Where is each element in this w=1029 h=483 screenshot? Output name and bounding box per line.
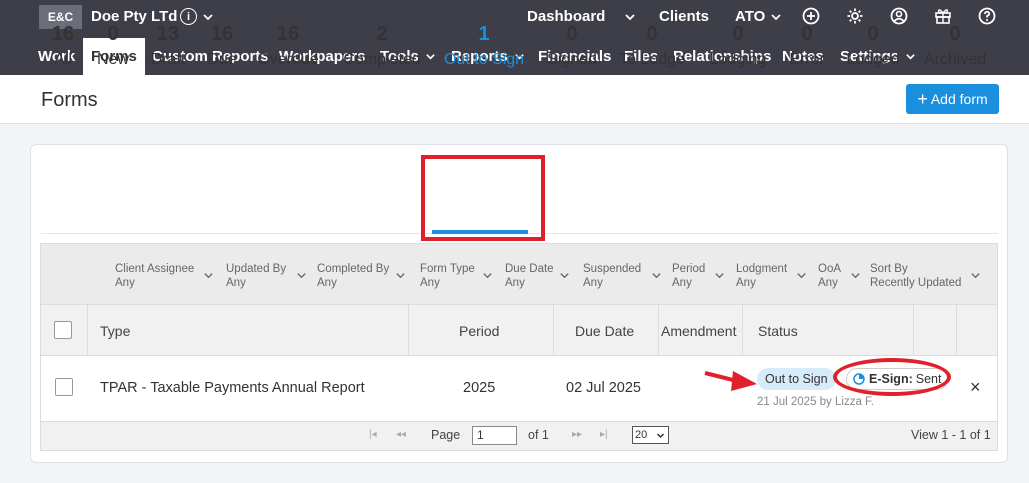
ato-chevron-down-icon[interactable]	[770, 11, 782, 23]
filter-due-date[interactable]: Due Date Any	[505, 262, 571, 290]
col-status[interactable]: Status	[758, 323, 798, 339]
first-page-icon[interactable]: |◂	[369, 429, 377, 440]
page-label: Page	[431, 428, 461, 442]
page-number-input[interactable]: 1	[472, 426, 517, 445]
filter-sort-by[interactable]: Sort By Recently Updated	[870, 262, 982, 290]
filter-client-assignee[interactable]: Client Assignee Any	[115, 262, 215, 290]
page-header: Forms + Add form	[0, 75, 1029, 124]
chevron-down-icon	[483, 273, 492, 279]
status-timestamp: 21 Jul 2025 by Lizza F.	[757, 396, 874, 408]
stat-completed[interactable]: 2 Completed	[340, 20, 424, 72]
chevron-down-icon	[715, 273, 724, 279]
row-checkbox[interactable]	[55, 378, 73, 396]
add-form-button[interactable]: + Add form	[906, 84, 999, 114]
plus-icon: +	[917, 89, 928, 109]
stat-new[interactable]: 0 New	[95, 20, 131, 72]
status-badge[interactable]: Out to Sign	[757, 368, 836, 390]
chevron-down-icon	[851, 273, 860, 279]
filter-form-type[interactable]: Form Type Any	[420, 262, 494, 290]
filter-bar: Client Assignee Any Updated By Any Complet…	[41, 244, 997, 305]
filter-period[interactable]: Period Any	[672, 262, 726, 290]
page-count: of 1	[528, 428, 549, 442]
last-page-icon[interactable]: ▸|	[600, 429, 608, 440]
chevron-down-icon	[297, 273, 306, 279]
filter-lodgment[interactable]: Lodgment Any	[736, 262, 808, 290]
filter-suspended[interactable]: Suspended Any	[583, 262, 663, 290]
stat-archived[interactable]: 0 Archived	[920, 20, 990, 72]
page-size-select[interactable]: 20	[632, 426, 669, 444]
stat-overdue[interactable]: 16 Overdue	[255, 20, 321, 72]
view-range: View 1 - 1 of 1	[911, 428, 991, 442]
stat-lodged[interactable]: 0 Lodged	[843, 20, 903, 72]
prev-page-icon[interactable]: ◂◂	[396, 429, 406, 440]
select-all-checkbox[interactable]	[54, 321, 72, 339]
chevron-down-icon	[656, 433, 665, 439]
row-type[interactable]: TPAR - Taxable Payments Annual Report	[100, 380, 365, 396]
stat-to-lodge[interactable]: 0 To Lodge	[615, 20, 689, 72]
row-due-date: 02 Jul 2025	[566, 380, 641, 396]
annotation-highlight-ellipse	[833, 358, 951, 396]
chevron-down-icon	[204, 273, 213, 279]
chevron-down-icon	[560, 273, 569, 279]
col-period[interactable]: Period	[459, 323, 499, 339]
filter-completed-by[interactable]: Completed By Any	[317, 262, 407, 290]
annotation-arrow-icon	[704, 371, 757, 391]
col-type[interactable]: Type	[100, 323, 130, 339]
stat-lodging[interactable]: 0 Lodging	[705, 20, 771, 72]
stat-all[interactable]: 16 All	[50, 20, 76, 72]
row-period: 2025	[463, 380, 496, 396]
table-header: Type Period Due Date Amendment Status	[41, 305, 997, 356]
annotation-highlight-box	[421, 155, 545, 241]
table-row[interactable]: TPAR - Taxable Payments Annual Report 20…	[41, 356, 997, 422]
next-page-icon[interactable]: ▸▸	[572, 429, 582, 440]
stat-signed[interactable]: 0 Signed	[544, 20, 600, 72]
chevron-down-icon	[396, 273, 405, 279]
chevron-down-icon	[906, 54, 915, 60]
col-amendment[interactable]: Amendment	[661, 323, 736, 339]
stat-draft[interactable]: 13 Draft	[148, 20, 188, 72]
filter-ooa[interactable]: OoA Any	[818, 262, 862, 290]
chevron-down-icon	[971, 273, 980, 279]
filter-updated-by[interactable]: Updated By Any	[226, 262, 308, 290]
close-icon[interactable]: ×	[970, 377, 981, 398]
stat-out-to-sign[interactable]: 1 Out to Sign	[436, 20, 532, 72]
pagination-bar: |◂ ◂◂ Page 1 of 1 ▸▸ ▸| 20 View 1 - 1 of…	[41, 422, 997, 450]
col-due-date[interactable]: Due Date	[575, 323, 634, 339]
chevron-down-icon	[652, 273, 661, 279]
stat-due[interactable]: 16 Due	[204, 20, 240, 72]
chevron-down-icon	[797, 273, 806, 279]
chevron-down-icon	[426, 54, 435, 60]
stat-error[interactable]: 0 Error	[785, 20, 829, 72]
forms-table: Client Assignee Any Updated By Any Complet…	[40, 243, 998, 451]
page-title: Forms	[41, 89, 98, 111]
